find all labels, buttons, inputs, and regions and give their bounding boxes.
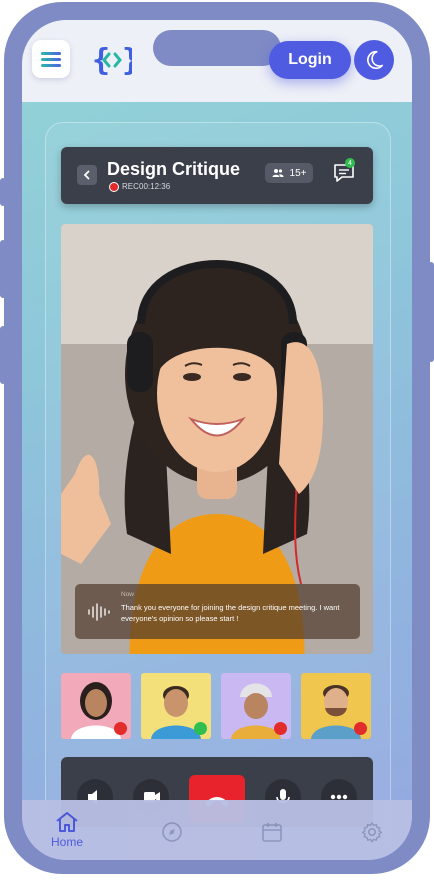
chevron-left-icon xyxy=(83,170,90,180)
caption-text: Thank you everyone for joining the desig… xyxy=(121,603,340,623)
logo-icon: { } xyxy=(92,43,132,78)
mic-active-icon xyxy=(194,722,207,735)
phone-side-button xyxy=(428,262,434,362)
nav-home[interactable]: Home xyxy=(47,810,87,850)
camera-notch xyxy=(153,30,281,66)
svg-text:{: { xyxy=(92,43,110,78)
gear-icon xyxy=(361,822,383,843)
moon-icon xyxy=(367,50,384,70)
mic-muted-icon xyxy=(114,722,127,735)
top-bar: { } Login xyxy=(22,20,412,102)
call-header: Design Critique REC 00:12:36 15+ 4 xyxy=(61,147,373,204)
call-title: Design Critique xyxy=(107,159,241,179)
back-button[interactable] xyxy=(77,165,97,185)
calendar-icon xyxy=(262,823,282,842)
participant-thumbnail[interactable] xyxy=(301,673,371,739)
users-icon xyxy=(272,169,284,177)
participants-button[interactable]: 15+ xyxy=(265,163,313,183)
nav-settings[interactable] xyxy=(352,810,392,850)
participant-thumbnail[interactable] xyxy=(221,673,291,739)
phone-screen: { } Login Design Critique REC 00:12:36 1… xyxy=(22,20,412,860)
mic-muted-icon xyxy=(354,722,367,735)
waveform-icon xyxy=(88,603,110,621)
chat-badge: 4 xyxy=(345,158,355,168)
nav-explore[interactable] xyxy=(152,810,192,850)
nav-home-label: Home xyxy=(50,835,83,849)
svg-text:}: } xyxy=(122,43,132,78)
login-button[interactable]: Login xyxy=(269,41,351,79)
participant-thumbnail[interactable] xyxy=(61,673,131,739)
phone-side-button xyxy=(0,178,6,206)
participant-thumbnail[interactable] xyxy=(141,673,211,739)
bottom-nav: Home xyxy=(22,800,412,860)
call-timer: 00:12:36 xyxy=(139,182,171,191)
caption-time: Now xyxy=(121,591,135,598)
mic-muted-icon xyxy=(274,722,287,735)
live-caption: Now Thank you everyone for joining the d… xyxy=(75,584,360,639)
theme-toggle-button[interactable] xyxy=(354,40,394,80)
menu-button[interactable] xyxy=(32,40,70,78)
compass-icon xyxy=(162,822,182,842)
phone-side-button xyxy=(0,240,6,298)
recording-label: REC xyxy=(122,182,139,191)
recording-dot-icon xyxy=(109,182,119,192)
nav-calendar[interactable] xyxy=(252,810,292,850)
participants-count: 15+ xyxy=(289,167,307,179)
home-icon xyxy=(56,812,78,832)
phone-side-button xyxy=(0,326,6,384)
